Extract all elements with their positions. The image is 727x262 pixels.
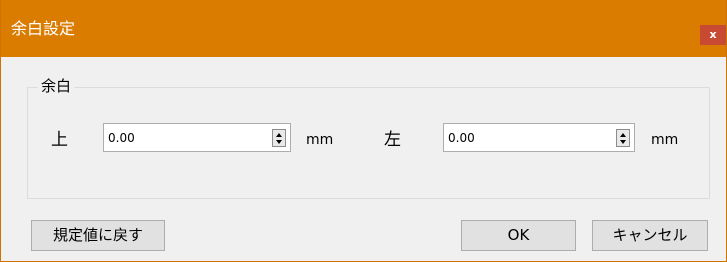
margin-group-label: 余白: [38, 76, 75, 96]
spin-down-icon[interactable]: [276, 140, 282, 144]
left-margin-spinbox[interactable]: [443, 123, 635, 152]
top-margin-spin-buttons[interactable]: [272, 129, 286, 147]
left-margin-unit: mm: [651, 132, 679, 148]
spin-up-icon[interactable]: [620, 133, 626, 137]
left-margin-input[interactable]: [448, 128, 598, 147]
ok-button[interactable]: OK: [461, 220, 576, 251]
reset-defaults-button[interactable]: 規定値に戻す: [31, 220, 165, 251]
top-margin-label: 上: [51, 130, 68, 150]
top-margin-spinbox[interactable]: [103, 123, 291, 152]
title-bar: 余白設定 x: [1, 0, 726, 57]
spin-down-icon[interactable]: [620, 140, 626, 144]
top-margin-input[interactable]: [108, 128, 258, 147]
left-margin-label: 左: [384, 130, 401, 150]
left-margin-spin-buttons[interactable]: [616, 129, 630, 147]
top-margin-unit: mm: [306, 132, 334, 148]
margin-settings-dialog: 余白設定 x 余白 上 mm 左 mm 規定値に戻す OK キャンセル: [0, 0, 727, 262]
cancel-button[interactable]: キャンセル: [592, 220, 708, 251]
close-icon: x: [709, 28, 717, 41]
dialog-title: 余白設定: [11, 19, 76, 38]
spin-up-icon[interactable]: [276, 133, 282, 137]
close-button[interactable]: x: [700, 25, 726, 45]
